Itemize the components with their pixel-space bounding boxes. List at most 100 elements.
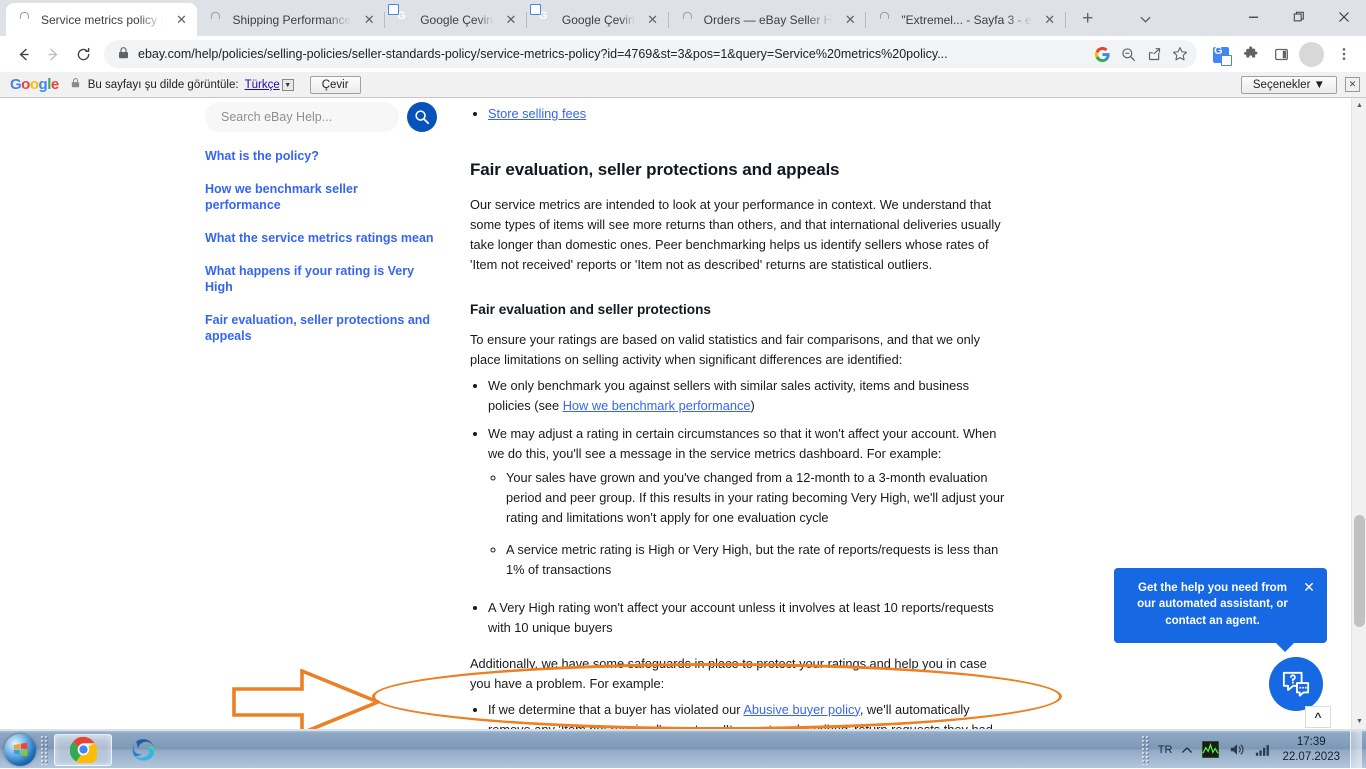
browser-tab[interactable]: Orders — eBay Seller H ✕ xyxy=(669,3,867,36)
chat-tooltip-text: Get the help you need from our automated… xyxy=(1137,582,1288,627)
tab-title: Shipping Performance xyxy=(232,12,352,27)
translate-prompt: Bu sayfayı şu dilde görüntüle: xyxy=(87,78,239,91)
page-content: What is the policy? How we benchmark sel… xyxy=(0,98,1351,729)
translate-language-select[interactable]: Türkçe xyxy=(245,79,280,91)
section-subheading: Fair evaluation and seller protections xyxy=(470,302,711,318)
list-item: A service metric rating is High or Very … xyxy=(506,540,1010,580)
close-icon[interactable]: ✕ xyxy=(1040,10,1060,30)
close-button[interactable] xyxy=(1321,2,1366,32)
chrome-menu-icon[interactable] xyxy=(1330,40,1358,68)
browser-window: Service metrics policy | ✕ Shipping Perf… xyxy=(0,0,1366,730)
closing-paragraph: Additionally, we have some safeguards in… xyxy=(470,655,987,691)
start-button[interactable] xyxy=(4,733,36,766)
page-scrollbar[interactable]: ▲ ▼ xyxy=(1351,98,1366,729)
google-translate-icon[interactable] xyxy=(1207,40,1235,68)
bookmark-star-icon[interactable] xyxy=(1167,41,1193,67)
reload-icon[interactable] xyxy=(68,39,98,69)
chat-question-icon[interactable] xyxy=(1269,657,1323,711)
maximize-button[interactable] xyxy=(1276,2,1321,32)
store-selling-fees-link[interactable]: Store selling fees xyxy=(488,106,586,121)
chevron-down-icon[interactable]: ▼ xyxy=(281,78,294,91)
taskbar-item-chrome[interactable] xyxy=(54,733,112,766)
close-icon[interactable]: ✕ xyxy=(840,10,860,30)
translate-options-button[interactable]: Seçenekler ▼ xyxy=(1240,75,1337,94)
sidebar-link-fair-evaluation[interactable]: Fair evaluation, seller protections and … xyxy=(205,312,435,345)
ebay-icon xyxy=(208,12,224,28)
abusive-buyer-policy-link[interactable]: Abusive buyer policy xyxy=(743,702,859,717)
browser-tab[interactable]: Service metrics policy | ✕ xyxy=(6,3,198,36)
address-bar[interactable]: ebay.com/help/policies/selling-policies/… xyxy=(104,40,1197,68)
close-icon[interactable]: ✕ xyxy=(1345,77,1360,92)
browser-tab[interactable]: Shipping Performance ✕ xyxy=(197,3,385,36)
close-icon[interactable]: ✕ xyxy=(171,10,191,30)
search-icon[interactable] xyxy=(407,102,437,132)
minimize-button[interactable] xyxy=(1231,2,1276,32)
back-to-top-button[interactable]: ^ xyxy=(1305,706,1331,728)
article-body: Store selling fees Fair evaluation, sell… xyxy=(470,98,1010,729)
lock-icon xyxy=(71,78,80,91)
browser-tab[interactable]: Google Çeviri ✕ xyxy=(385,3,527,36)
volume-icon[interactable] xyxy=(1224,731,1250,769)
tray-language[interactable]: TR xyxy=(1153,731,1178,769)
avatar[interactable] xyxy=(1299,41,1324,67)
taskbar-grip xyxy=(40,734,48,765)
zoom-out-icon[interactable] xyxy=(1115,41,1141,67)
bullet-text-after: ) xyxy=(750,398,755,414)
side-panel-icon[interactable] xyxy=(1267,40,1295,68)
benchmark-performance-link[interactable]: How we benchmark performance xyxy=(563,398,751,413)
tray-clock[interactable]: 17:39 22.07.2023 xyxy=(1276,735,1350,764)
close-icon[interactable]: ✕ xyxy=(643,10,663,30)
sidebar-link-ratings-mean[interactable]: What the service metrics ratings mean xyxy=(205,230,435,247)
tray-show-hidden-icon[interactable] xyxy=(1177,731,1197,769)
top-partial-list: Store selling fees xyxy=(470,104,1010,124)
sidebar-link-very-high[interactable]: What happens if your rating is Very High xyxy=(205,263,435,296)
scroll-down-arrow[interactable]: ▼ xyxy=(1352,714,1366,729)
bullet-text: We may adjust a rating in certain circum… xyxy=(488,426,997,462)
scrollbar-thumb[interactable] xyxy=(1354,515,1365,627)
translate-button[interactable]: Çevir xyxy=(309,75,361,94)
google-translate-icon xyxy=(396,12,412,28)
page-title: Fair evaluation, seller protections and … xyxy=(470,159,840,179)
intro-paragraph: Our service metrics are intended to look… xyxy=(470,197,1001,273)
scroll-up-arrow[interactable]: ▲ xyxy=(1352,98,1366,113)
windows-taskbar: TR 17:39 22.07.2023 xyxy=(0,730,1366,769)
tab-strip: Service metrics policy | ✕ Shipping Perf… xyxy=(0,0,1366,36)
taskbar-item-edge[interactable] xyxy=(114,734,172,766)
browser-tab[interactable]: "Extremel... - Sayfa 3 - e ✕ xyxy=(866,3,1066,36)
google-logo: Google xyxy=(10,76,59,93)
ebay-icon xyxy=(17,12,33,28)
close-icon[interactable]: ✕ xyxy=(501,10,521,30)
list-item: We only benchmark you against sellers wi… xyxy=(488,376,1010,416)
safeguards-list: If we determine that a buyer has violate… xyxy=(470,700,1010,729)
google-icon[interactable] xyxy=(1089,41,1115,67)
clock-date: 22.07.2023 xyxy=(1282,750,1340,763)
protections-list: We only benchmark you against sellers wi… xyxy=(470,376,1010,637)
signal-icon[interactable] xyxy=(1250,731,1276,769)
forward-icon[interactable] xyxy=(38,39,68,69)
close-icon[interactable]: ✕ xyxy=(1301,580,1317,594)
extensions-puzzle-icon[interactable] xyxy=(1237,40,1265,68)
tab-search-icon[interactable] xyxy=(1132,5,1160,33)
chrome-icon xyxy=(69,736,97,763)
share-icon[interactable] xyxy=(1141,41,1167,67)
list-item: We may adjust a rating in certain circum… xyxy=(488,424,1010,638)
search-row xyxy=(205,102,450,132)
sidebar-link-what-is-the-policy[interactable]: What is the policy? xyxy=(205,148,435,165)
list-item: Store selling fees xyxy=(488,104,1010,124)
close-icon[interactable]: ✕ xyxy=(359,10,379,30)
search-input[interactable] xyxy=(205,102,399,132)
sidebar-link-benchmark-performance[interactable]: How we benchmark seller performance xyxy=(205,181,435,214)
lead-paragraph: To ensure your ratings are based on vali… xyxy=(470,332,981,368)
bullet-text-before: If we determine that a buyer has violate… xyxy=(488,701,744,717)
new-tab-button[interactable]: + xyxy=(1074,5,1102,33)
show-desktop-button[interactable] xyxy=(1350,730,1362,769)
list-item: If we determine that a buyer has violate… xyxy=(488,700,1010,729)
tab-title: Orders — eBay Seller H xyxy=(703,12,833,27)
chat-help-tooltip: Get the help you need from our automated… xyxy=(1114,568,1327,652)
browser-toolbar: ebay.com/help/policies/selling-policies/… xyxy=(0,36,1366,72)
url-text: ebay.com/help/policies/selling-policies/… xyxy=(138,47,948,61)
edge-icon xyxy=(132,739,155,761)
back-icon[interactable] xyxy=(8,39,38,69)
network-monitor-icon[interactable] xyxy=(1197,731,1224,769)
browser-tab[interactable]: Google Çeviri ✕ xyxy=(527,3,669,36)
